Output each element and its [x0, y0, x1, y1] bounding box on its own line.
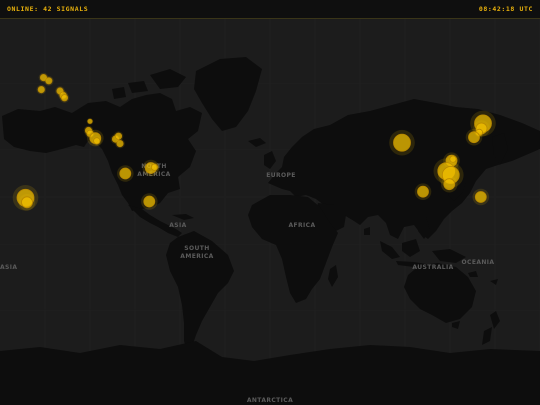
label-south-america-2: AMERICA — [180, 253, 213, 260]
top-status-bar: ONLINE: 42 SIGNALS 08:42:18 UTC — [0, 0, 540, 19]
label-antarctica: ANTARCTICA — [247, 397, 293, 404]
signal-marker[interactable] — [119, 167, 132, 180]
signal-marker[interactable] — [150, 163, 159, 171]
world-map[interactable]: NORTH AMERICA SOUTH AMERICA EUROPE AFRIC… — [0, 19, 540, 405]
signal-marker[interactable] — [443, 178, 456, 191]
label-europe: EUROPE — [266, 172, 296, 179]
label-asia: ASIA — [169, 222, 186, 229]
label-africa: AFRICA — [288, 222, 315, 229]
map-app: ONLINE: 42 SIGNALS 08:42:18 UTC AMERICA … — [0, 0, 540, 405]
signal-marker[interactable] — [114, 132, 123, 140]
signal-marker[interactable] — [417, 185, 429, 198]
signal-marker[interactable] — [393, 133, 411, 152]
signal-marker[interactable] — [468, 131, 480, 144]
signal-marker[interactable] — [60, 94, 69, 102]
label-asia-west-edge: ASIA — [0, 264, 17, 271]
signal-marker[interactable] — [93, 137, 101, 145]
label-oceania: OCEANIA — [462, 259, 495, 266]
signal-marker[interactable] — [21, 196, 33, 209]
utc-clock: 08:42:18 UTC — [478, 5, 533, 13]
world-map-canvas[interactable]: NORTH AMERICA SOUTH AMERICA EUROPE AFRIC… — [0, 19, 540, 405]
signal-marker[interactable] — [37, 86, 45, 94]
signal-marker[interactable] — [45, 77, 53, 85]
label-south-america-1: SOUTH — [184, 245, 209, 252]
signal-marker[interactable] — [143, 195, 156, 208]
label-australia: AUSTRALIA — [412, 264, 453, 271]
signal-count-status: ONLINE: 42 SIGNALS — [7, 5, 89, 13]
signal-marker[interactable] — [474, 191, 487, 203]
signal-marker[interactable] — [116, 140, 124, 148]
signal-marker[interactable] — [87, 118, 93, 124]
